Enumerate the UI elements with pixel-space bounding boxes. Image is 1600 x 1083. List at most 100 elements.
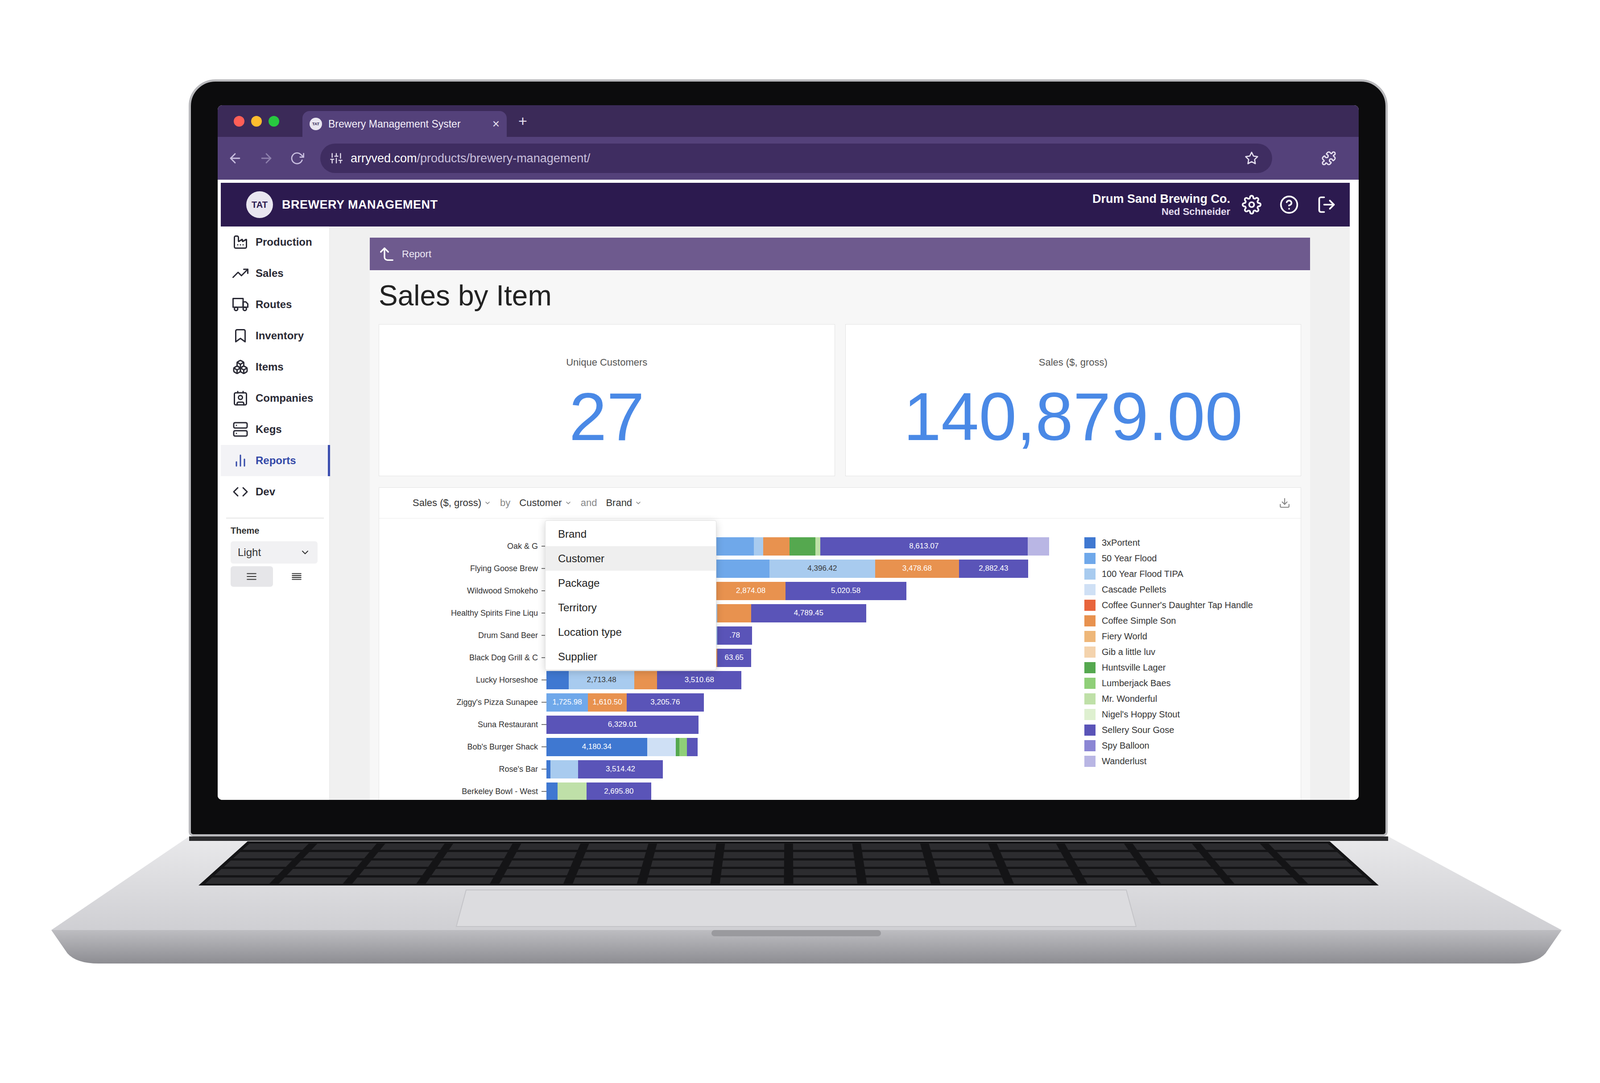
bar-segment[interactable]: 2,882.43 bbox=[959, 559, 1029, 579]
minimize-light[interactable] bbox=[251, 115, 262, 127]
bar-segment[interactable]: 3,510.68 bbox=[657, 671, 742, 690]
bar-segment[interactable]: 3,478.68 bbox=[875, 559, 960, 579]
bar-segment[interactable]: 1,610.50 bbox=[587, 693, 627, 712]
sidebar-item[interactable]: Reports bbox=[220, 445, 331, 477]
theme-select[interactable]: Light bbox=[230, 541, 318, 564]
sidebar-item[interactable]: Kegs bbox=[220, 413, 331, 446]
sidebar-item[interactable]: Items bbox=[220, 351, 331, 383]
report-breadcrumb[interactable]: Report bbox=[369, 237, 1311, 271]
bar-segment[interactable] bbox=[550, 760, 579, 779]
bar-segment[interactable] bbox=[546, 782, 558, 801]
keyboard-key bbox=[1074, 860, 1140, 868]
bar-segment[interactable]: 6,329.01 bbox=[546, 715, 699, 735]
menu-option[interactable]: Customer bbox=[545, 546, 716, 571]
bar-segment[interactable]: 4,789.45 bbox=[751, 604, 867, 623]
logout-icon[interactable] bbox=[1316, 194, 1337, 215]
sidebar-item[interactable]: Routes bbox=[220, 289, 331, 321]
legend-swatch bbox=[1084, 678, 1096, 690]
bar-segment[interactable] bbox=[1027, 537, 1050, 556]
metric-picker[interactable]: Sales ($, gross) bbox=[412, 497, 492, 509]
bar-segment[interactable] bbox=[679, 738, 687, 757]
legend-item[interactable]: Lumberjack Baes bbox=[1084, 675, 1253, 692]
bar-segment[interactable]: 1,725.98 bbox=[546, 693, 588, 712]
bar-segment[interactable] bbox=[717, 604, 752, 623]
extensions-puzzle-icon[interactable] bbox=[1321, 150, 1337, 166]
bar-segment[interactable] bbox=[546, 760, 551, 779]
legend-item[interactable]: Gib a little luv bbox=[1084, 644, 1253, 661]
menu-option[interactable]: Location type bbox=[545, 620, 716, 645]
bar-segment[interactable]: 2,713.48 bbox=[568, 671, 634, 690]
reload-icon[interactable] bbox=[289, 151, 305, 166]
stat-card: Unique Customers27 bbox=[378, 324, 836, 477]
menu-option[interactable]: Brand bbox=[545, 521, 716, 547]
legend-item[interactable]: Huntsville Lager bbox=[1084, 660, 1253, 676]
sidebar-item[interactable]: Inventory bbox=[220, 320, 331, 352]
menu-option[interactable]: Territory bbox=[545, 595, 716, 621]
bar-segment[interactable]: 8,613.07 bbox=[820, 537, 1028, 556]
bar-segment[interactable] bbox=[675, 738, 680, 757]
bar-segment[interactable] bbox=[634, 671, 658, 690]
bar-segment[interactable]: 2,695.80 bbox=[586, 782, 652, 801]
back-arrow-icon[interactable] bbox=[227, 150, 243, 166]
browser-tab[interactable]: TATBrewery Management Syster× bbox=[302, 111, 507, 137]
bar-segment[interactable]: 2,874.08 bbox=[716, 582, 786, 601]
legend-item[interactable]: Coffee Simple Son bbox=[1084, 613, 1253, 629]
new-tab-button[interactable]: + bbox=[518, 112, 528, 130]
keyboard-key bbox=[653, 852, 716, 859]
app-logo[interactable]: TAT bbox=[246, 191, 273, 219]
bar-segment[interactable]: 4,396.42 bbox=[769, 559, 876, 579]
sidebar-item[interactable]: Production bbox=[220, 226, 331, 258]
bar-segment[interactable] bbox=[789, 537, 815, 556]
legend-item[interactable]: 3xPortent bbox=[1084, 535, 1253, 551]
legend-item[interactable]: Cascade Pellets bbox=[1084, 582, 1253, 598]
site-settings-icon[interactable] bbox=[330, 152, 343, 165]
forward-arrow-icon[interactable] bbox=[258, 150, 274, 166]
legend-item[interactable]: Nigel's Hoppy Stout bbox=[1084, 706, 1253, 723]
tab-close-button[interactable]: × bbox=[492, 116, 500, 132]
bar-segment[interactable]: 5,020.58 bbox=[785, 582, 907, 601]
keyboard-key bbox=[365, 860, 433, 868]
address-field[interactable]: arryved.com/products/brewery-management/ bbox=[320, 143, 1273, 174]
download-icon[interactable] bbox=[1278, 497, 1291, 509]
bar-segment[interactable] bbox=[546, 671, 569, 690]
bar-segment[interactable] bbox=[763, 537, 790, 556]
legend-item[interactable]: Spy Balloon bbox=[1084, 738, 1253, 754]
bar-segment[interactable]: 3,514.42 bbox=[578, 760, 663, 779]
bar-segment[interactable]: 63.65 bbox=[717, 649, 752, 668]
legend-item[interactable]: Fiery World bbox=[1084, 628, 1253, 645]
density-button[interactable] bbox=[275, 566, 319, 588]
group-picker[interactable]: Customer bbox=[519, 497, 572, 509]
zoom-light[interactable] bbox=[268, 115, 280, 127]
bar-segment[interactable] bbox=[647, 738, 677, 757]
bar-segment[interactable] bbox=[753, 537, 764, 556]
keyboard-key bbox=[232, 852, 301, 859]
legend-item[interactable]: Wanderlust bbox=[1084, 753, 1253, 770]
legend-item[interactable]: Mr. Wonderful bbox=[1084, 691, 1253, 707]
bar-segment[interactable] bbox=[557, 782, 587, 801]
bar-segment[interactable] bbox=[815, 537, 821, 556]
density-button[interactable] bbox=[230, 566, 273, 588]
legend-item[interactable]: 50 Year Flood bbox=[1084, 550, 1253, 567]
close-light[interactable] bbox=[233, 115, 245, 127]
legend-item[interactable]: 100 Year Flood TIPA bbox=[1084, 566, 1253, 583]
keyboard-key bbox=[645, 877, 712, 885]
subgroup-picker[interactable]: Brand bbox=[605, 497, 642, 509]
legend-item[interactable]: Sellery Sour Gose bbox=[1084, 722, 1253, 739]
bar-segment[interactable] bbox=[686, 738, 698, 757]
sidebar-item[interactable]: Companies bbox=[220, 382, 331, 414]
density-toggle bbox=[230, 566, 318, 588]
gear-icon[interactable] bbox=[1241, 194, 1262, 215]
menu-option[interactable]: Supplier bbox=[545, 644, 716, 670]
sidebar-item[interactable]: Sales bbox=[220, 257, 331, 290]
bar-segment[interactable]: 3,205.76 bbox=[626, 693, 704, 712]
menu-option[interactable]: Package bbox=[545, 570, 716, 596]
bar-segment[interactable]: .78 bbox=[717, 626, 753, 645]
bar-segment[interactable]: 4,180.34 bbox=[546, 738, 648, 757]
keyboard-key bbox=[720, 869, 785, 876]
bookmark-star-icon[interactable] bbox=[1244, 151, 1259, 166]
keyboard-key bbox=[1268, 843, 1335, 851]
help-icon[interactable] bbox=[1279, 194, 1299, 215]
sidebar-item[interactable]: Dev bbox=[220, 476, 331, 508]
legend-item[interactable]: Coffee Gunner's Daughter Tap Handle bbox=[1084, 597, 1253, 614]
account[interactable]: Drum Sand Brewing Co.Ned Schneider bbox=[1092, 191, 1231, 218]
